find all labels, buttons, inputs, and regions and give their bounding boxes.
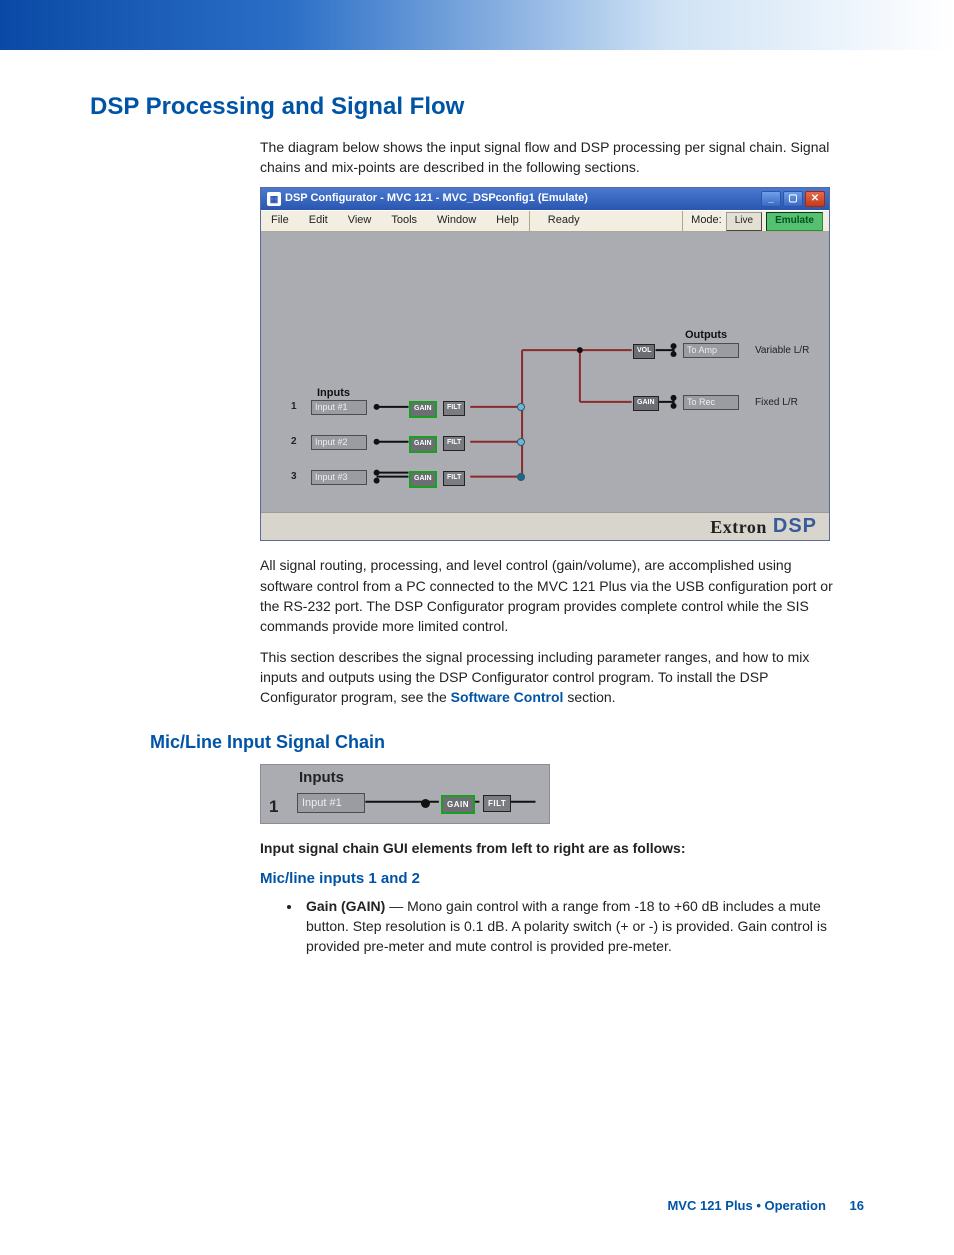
output-rec-desc: Fixed L/R bbox=[755, 396, 798, 411]
output-amp-desc: Variable L/R bbox=[755, 344, 809, 359]
app-icon: ▦ bbox=[267, 192, 281, 206]
signal-flow-canvas: Inputs Outputs 1 Input #1 GAIN FILT 2 In… bbox=[261, 232, 829, 512]
input-3-number: 3 bbox=[291, 470, 297, 485]
input-2-box[interactable]: Input #2 bbox=[311, 435, 367, 450]
bullet-gain-rest: — Mono gain control with a range from -1… bbox=[306, 898, 827, 955]
minimize-button[interactable]: _ bbox=[761, 191, 781, 207]
window-title: DSP Configurator - MVC 121 - MVC_DSPconf… bbox=[285, 191, 588, 207]
menu-file[interactable]: File bbox=[261, 213, 299, 229]
intro-paragraph: The diagram below shows the input signal… bbox=[260, 137, 844, 178]
inset-input-box[interactable]: Input #1 bbox=[297, 793, 365, 813]
output-amp-vol-block[interactable]: VOL bbox=[633, 344, 655, 358]
brand-extron: Extron bbox=[710, 514, 767, 540]
input-2-gain-block[interactable]: GAIN bbox=[409, 436, 437, 452]
gain-bullet-list: Gain (GAIN) — Mono gain control with a r… bbox=[302, 896, 844, 957]
input-3-box[interactable]: Input #3 bbox=[311, 470, 367, 485]
outputs-header-label: Outputs bbox=[685, 328, 727, 344]
inset-gain-block[interactable]: GAIN bbox=[441, 795, 475, 815]
header-gradient bbox=[0, 0, 954, 50]
heading-dsp-processing: DSP Processing and Signal Flow bbox=[90, 90, 864, 125]
output-rec-box[interactable]: To Rec bbox=[683, 395, 739, 410]
close-button[interactable]: ✕ bbox=[805, 191, 825, 207]
mode-label: Mode: bbox=[691, 213, 722, 229]
input-3-gain-block[interactable]: GAIN bbox=[409, 471, 437, 487]
output-amp-box[interactable]: To Amp bbox=[683, 343, 739, 358]
menu-edit[interactable]: Edit bbox=[299, 213, 338, 229]
para-routing: All signal routing, processing, and leve… bbox=[260, 555, 844, 636]
input-3-filt-block[interactable]: FILT bbox=[443, 471, 465, 485]
status-ready: Ready bbox=[529, 211, 598, 231]
heading-mic-line-inputs: Mic/line inputs 1 and 2 bbox=[260, 868, 844, 890]
input-2-number: 2 bbox=[291, 435, 297, 450]
input-1-filt-block[interactable]: FILT bbox=[443, 401, 465, 415]
footer-doc-title: MVC 121 Plus • Operation bbox=[667, 1198, 825, 1213]
menubar: File Edit View Tools Window Help Ready M… bbox=[261, 210, 829, 232]
input-2-filt-block[interactable]: FILT bbox=[443, 436, 465, 450]
bullet-gain: Gain (GAIN) — Mono gain control with a r… bbox=[302, 896, 844, 957]
inset-filt-block[interactable]: FILT bbox=[483, 795, 511, 813]
brand-dsp: DSP bbox=[773, 512, 817, 541]
input-1-number: 1 bbox=[291, 400, 297, 415]
output-rec-gain-block[interactable]: GAIN bbox=[633, 396, 659, 410]
menu-window[interactable]: Window bbox=[427, 213, 486, 229]
inset-inputs-header: Inputs bbox=[299, 767, 344, 789]
inset-connector-dot bbox=[421, 799, 430, 808]
menu-help[interactable]: Help bbox=[486, 213, 529, 229]
software-control-link[interactable]: Software Control bbox=[451, 689, 564, 705]
footer-page-number: 16 bbox=[850, 1198, 864, 1213]
input-1-box[interactable]: Input #1 bbox=[311, 400, 367, 415]
input-chain-inset: Inputs 1 Input #1 GAIN FILT bbox=[260, 764, 550, 824]
bullet-gain-strong: Gain (GAIN) bbox=[306, 898, 385, 914]
para-install-b: section. bbox=[563, 689, 615, 705]
dsp-configurator-window: ▦ DSP Configurator - MVC 121 - MVC_DSPco… bbox=[260, 187, 830, 541]
heading-mic-line-chain: Mic/Line Input Signal Chain bbox=[150, 729, 864, 755]
maximize-button[interactable]: ▢ bbox=[783, 191, 803, 207]
menu-tools[interactable]: Tools bbox=[381, 213, 427, 229]
window-titlebar: ▦ DSP Configurator - MVC 121 - MVC_DSPco… bbox=[261, 188, 829, 210]
lead-elements: Input signal chain GUI elements from lef… bbox=[260, 838, 844, 858]
mode-live-button[interactable]: Live bbox=[726, 212, 762, 231]
mode-emulate-button[interactable]: Emulate bbox=[766, 212, 823, 231]
input-1-gain-block[interactable]: GAIN bbox=[409, 401, 437, 417]
page-footer: MVC 121 Plus • Operation 16 bbox=[90, 1197, 864, 1216]
para-install: This section describes the signal proces… bbox=[260, 647, 844, 708]
window-footer: Extron DSP bbox=[261, 512, 829, 540]
menu-view[interactable]: View bbox=[338, 213, 382, 229]
inset-input-number: 1 bbox=[269, 795, 278, 820]
